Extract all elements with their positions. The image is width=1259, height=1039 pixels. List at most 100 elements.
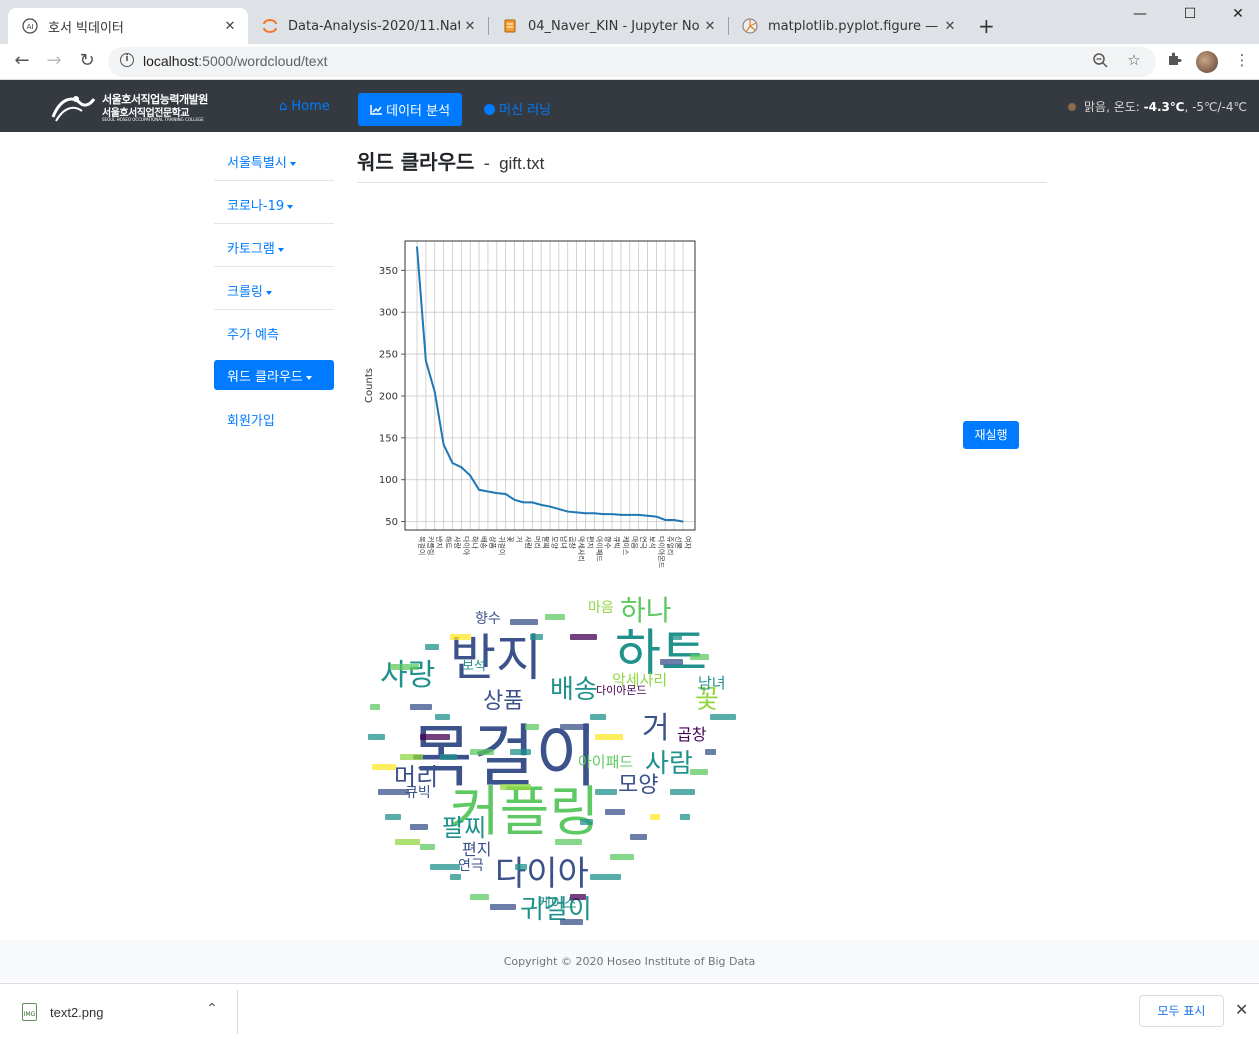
data-point	[531, 501, 533, 503]
tab-matplotlib[interactable]: matplotlib.pyplot.figure — Matp ✕	[728, 8, 968, 44]
close-window-icon[interactable]: ✕	[1226, 6, 1250, 22]
sidebar-item-corona[interactable]: 코로나-19	[214, 181, 334, 224]
x-tick-label: 큐빅	[613, 536, 622, 549]
x-tick-label: 귀걸이	[497, 536, 506, 555]
sidebar-item-stock[interactable]: 주가 예측	[214, 310, 334, 353]
data-point	[496, 492, 498, 494]
x-tick-label: 곱창	[568, 536, 576, 549]
minimize-icon[interactable]: —	[1128, 6, 1152, 22]
wordcloud-small-word	[430, 864, 460, 870]
data-point	[673, 519, 675, 521]
wordcloud-small-word	[545, 614, 565, 620]
x-tick-label: 악세사리	[577, 536, 586, 562]
profile-avatar[interactable]	[1196, 51, 1218, 73]
data-point	[478, 489, 480, 491]
x-tick-label: 여자	[684, 536, 693, 549]
menu-kebab-icon[interactable]: ⋮	[1232, 51, 1252, 69]
data-point	[451, 462, 454, 464]
nav-data-analysis[interactable]: 데이터 분석	[358, 93, 463, 126]
x-tick-label: 보석	[648, 536, 657, 549]
tab-hoseo-bigdata[interactable]: AI 호서 빅데이터 ✕	[8, 8, 248, 44]
wordcloud-small-word	[590, 714, 606, 720]
wordcloud-small-word	[595, 789, 617, 795]
wordcloud-small-word	[378, 789, 409, 795]
wordcloud-small-word	[500, 784, 531, 790]
wordcloud-small-word	[368, 734, 385, 740]
wordcloud-small-word	[570, 634, 597, 640]
browser-toolbar: ← → ↻ i localhost:5000/wordcloud/text ☆ …	[0, 44, 1259, 80]
wordcloud-small-word	[400, 754, 423, 760]
page-footer: Copyright © 2020 Hoseo Institute of Big …	[0, 940, 1259, 982]
data-point	[549, 505, 551, 508]
wordcloud-small-word	[590, 874, 621, 880]
url-text[interactable]: localhost:5000/wordcloud/text	[143, 53, 327, 69]
tab-data-analysis[interactable]: Data-Analysis-2020/11.NaturalLa ✕	[248, 8, 488, 44]
x-tick-label: 배송	[480, 536, 489, 549]
wordcloud-small-word	[510, 619, 538, 625]
download-bar: IMG text2.png ⌃ 모두 표시 ✕	[0, 983, 1259, 1039]
x-tick-label: 커플링	[426, 536, 435, 555]
sidebar-item-wordcloud[interactable]: 워드 클라우드	[214, 360, 334, 390]
wordcloud-small-word	[450, 874, 461, 880]
tab-title: matplotlib.pyplot.figure — Matp	[768, 18, 940, 34]
wordcloud-small-word	[650, 814, 660, 820]
data-point	[505, 493, 507, 495]
download-divider	[237, 990, 238, 1034]
weather-icon	[1068, 103, 1076, 111]
x-tick-label: 목걸이	[418, 536, 427, 555]
nav-home[interactable]: ⌂ Home	[279, 99, 330, 114]
forward-icon[interactable]: →	[42, 50, 66, 71]
x-tick-label: 마음	[630, 536, 639, 549]
sidebar-item-label: 카토그램	[227, 242, 275, 257]
data-point	[655, 515, 657, 518]
x-tick-label: 팔찌	[542, 536, 551, 549]
chevron-up-icon[interactable]: ⌃	[206, 1001, 218, 1017]
extensions-icon[interactable]	[1164, 51, 1184, 71]
new-tab-icon[interactable]: +	[978, 14, 995, 38]
wordcloud-word: 향수	[475, 611, 501, 627]
wordcloud-word: 곱창	[677, 725, 707, 744]
close-tab-icon[interactable]: ✕	[460, 19, 480, 34]
x-tick-label: 남녀	[559, 536, 568, 549]
show-all-button[interactable]: 모두 표시	[1139, 995, 1224, 1027]
sidebar-item-seoul[interactable]: 서울특별시	[214, 138, 334, 181]
wordcloud-small-word	[705, 749, 716, 755]
wordcloud-small-word	[605, 809, 625, 815]
y-tick-label: 250	[379, 350, 398, 361]
school-logo[interactable]: 서울호서직업능력개발원 서울호서직업전문학교 SEOUL HOSEO OCCUP…	[50, 89, 208, 125]
sidebar-item-cartogram[interactable]: 카토그램	[214, 224, 334, 267]
app-navbar: 서울호서직업능력개발원 서울호서직업전문학교 SEOUL HOSEO OCCUP…	[0, 80, 1259, 132]
rerun-button[interactable]: 재실행	[963, 421, 1019, 449]
weather-status: 맑음, 온도: -4.3℃, -5℃/-4℃	[1068, 98, 1247, 115]
x-tick-label: 편지	[586, 536, 595, 549]
x-tick-label: 다이아	[462, 536, 471, 556]
address-bar[interactable]: i localhost:5000/wordcloud/text ☆	[108, 47, 1156, 77]
wordcloud-small-word	[385, 814, 401, 820]
reload-icon[interactable]: ↻	[75, 50, 99, 71]
close-tab-icon[interactable]: ✕	[220, 19, 240, 34]
maximize-icon[interactable]: ☐	[1178, 6, 1202, 22]
site-info-icon[interactable]: i	[120, 53, 134, 67]
jupyter-icon	[262, 18, 278, 34]
x-tick-label: 사랑	[453, 536, 462, 549]
data-point	[540, 504, 542, 506]
tab-naver-kin[interactable]: 04_Naver_KIN - Jupyter Notebook ✕	[488, 8, 728, 44]
sidebar-item-crawling[interactable]: 크롤링	[214, 267, 334, 310]
close-tab-icon[interactable]: ✕	[700, 19, 720, 34]
nav-machine-learning[interactable]: 머신 러닝	[484, 99, 551, 118]
wordcloud-small-word	[690, 654, 709, 660]
x-tick-label: 다이아몬드	[657, 536, 666, 569]
wordcloud-small-word	[595, 734, 623, 740]
home-icon: ⌂	[279, 99, 288, 114]
wordcloud-word: 모양	[618, 773, 658, 798]
browser-tab-strip: AI 호서 빅데이터 ✕ Data-Analysis-2020/11.Natur…	[0, 0, 1259, 44]
zoom-icon[interactable]	[1090, 52, 1110, 72]
close-download-bar-icon[interactable]: ✕	[1235, 1000, 1248, 1019]
back-icon[interactable]: ←	[10, 50, 34, 71]
sidebar-item-signup[interactable]: 회원가입	[214, 396, 334, 439]
bookmark-star-icon[interactable]: ☆	[1124, 51, 1144, 69]
logo-mark-icon	[51, 96, 96, 122]
close-tab-icon[interactable]: ✕	[940, 19, 960, 34]
data-point	[602, 513, 604, 515]
download-filename[interactable]: text2.png	[50, 1005, 104, 1020]
